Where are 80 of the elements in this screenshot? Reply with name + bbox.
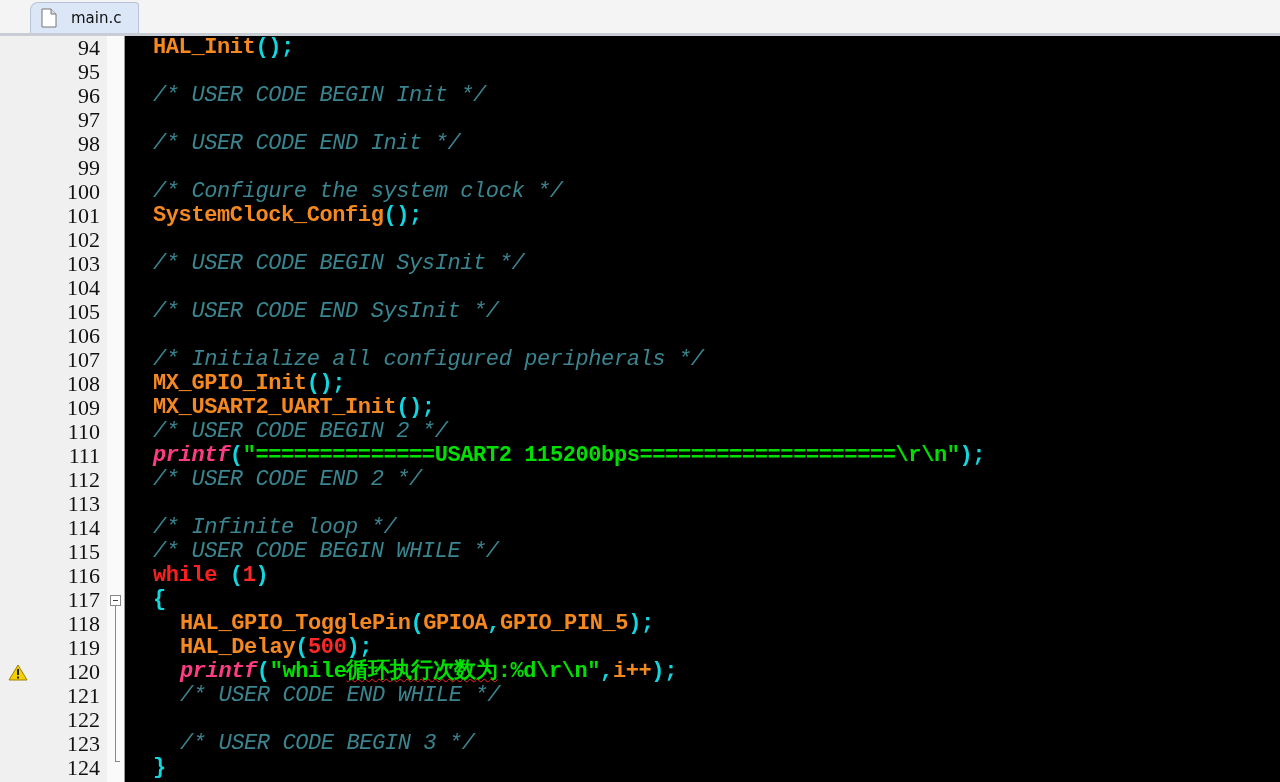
- line-number: 116: [67, 564, 100, 588]
- code-token: ,: [487, 611, 501, 636]
- code-token: 500: [308, 635, 347, 660]
- code-token: {: [153, 587, 166, 612]
- code-token: GPIO_PIN_5: [500, 611, 629, 636]
- code-comment: /* USER CODE END 2 */: [153, 467, 422, 492]
- line-number: 118: [67, 612, 100, 636]
- code-comment: /* Infinite loop */: [153, 515, 397, 540]
- code-comment: /* Configure the system clock */: [153, 179, 563, 204]
- code-token: printf: [180, 659, 257, 684]
- code-comment: /* USER CODE BEGIN 3 */: [180, 731, 475, 756]
- code-comment: /* USER CODE END WHILE */: [180, 683, 501, 708]
- code-comment: /* USER CODE END SysInit */: [153, 299, 499, 324]
- line-number: 96: [78, 84, 100, 108]
- line-number: 111: [68, 444, 100, 468]
- line-number: 113: [67, 492, 100, 516]
- line-number: 121: [67, 684, 100, 708]
- code-token: HAL_Delay: [180, 635, 296, 660]
- code-token: );: [628, 611, 654, 636]
- code-token: 1: [242, 563, 256, 588]
- code-token: 循环执行次数为: [346, 659, 498, 684]
- line-number: 117: [67, 588, 100, 612]
- code-token: ();: [383, 203, 422, 228]
- code-token: );: [346, 635, 373, 660]
- code-token: MX_GPIO_Init: [153, 371, 307, 396]
- code-token: ,: [600, 659, 613, 684]
- line-number: 119: [67, 636, 100, 660]
- code-comment: /* USER CODE BEGIN Init */: [153, 83, 486, 108]
- line-number: 105: [67, 300, 100, 324]
- line-number: 99: [78, 156, 100, 180]
- code-comment: /* USER CODE BEGIN SysInit */: [153, 251, 525, 276]
- file-tab[interactable]: main.c: [30, 2, 139, 33]
- code-comment: /* USER CODE BEGIN WHILE */: [153, 539, 499, 564]
- line-number: 114: [67, 516, 100, 540]
- line-number: 95: [78, 60, 100, 84]
- line-number: 103: [67, 252, 100, 276]
- line-number: 97: [78, 108, 100, 132]
- code-token: :%d\r\n": [497, 659, 601, 684]
- code-token: }: [153, 755, 166, 780]
- line-number: 101: [67, 204, 100, 228]
- line-number: 122: [67, 708, 100, 732]
- code-token: );: [959, 443, 986, 468]
- code-token: MX_USART2_UART_Init: [153, 395, 397, 420]
- code-token: (: [295, 635, 309, 660]
- code-token: ();: [306, 371, 346, 396]
- code-token: HAL_GPIO_TogglePin: [180, 611, 411, 636]
- code-token: "while: [269, 659, 347, 684]
- code-token: ();: [255, 35, 294, 60]
- line-number: 124: [67, 756, 100, 780]
- code-token: printf: [153, 443, 230, 468]
- code-token: i++: [612, 659, 652, 684]
- code-token: (: [410, 611, 424, 636]
- code-token: "==============USART2 115200bps====================\r\n": [242, 443, 960, 468]
- line-number: 94: [78, 36, 100, 60]
- code-token: ();: [396, 395, 435, 420]
- document-icon: [41, 8, 57, 28]
- line-number: 112: [67, 468, 100, 492]
- code-comment: /* USER CODE END Init */: [153, 131, 461, 156]
- code-token: (: [228, 563, 243, 588]
- code-comment: /* Initialize all configured peripherals */: [153, 347, 704, 372]
- code-token: while: [153, 563, 217, 588]
- line-number: 110: [67, 420, 100, 444]
- code-token: ): [255, 563, 269, 588]
- line-number: 104: [67, 276, 100, 300]
- line-number: 109: [67, 396, 100, 420]
- code-comment: /* USER CODE BEGIN 2 */: [153, 419, 448, 444]
- line-number: 107: [67, 348, 100, 372]
- line-number: 100: [67, 180, 100, 204]
- line-number: 106: [67, 324, 100, 348]
- code-token: );: [651, 659, 677, 684]
- collapse-toggle[interactable]: [110, 594, 121, 606]
- code-token: GPIOA: [423, 611, 488, 636]
- line-number: 98: [78, 132, 100, 156]
- line-number: 123: [67, 732, 100, 756]
- line-number: 120: [67, 660, 100, 684]
- code-token: HAL_Init: [153, 35, 256, 60]
- line-number: 115: [67, 540, 100, 564]
- line-number: 108: [67, 372, 100, 396]
- line-number: 102: [67, 228, 100, 252]
- code-token: SystemClock_Config: [153, 203, 384, 228]
